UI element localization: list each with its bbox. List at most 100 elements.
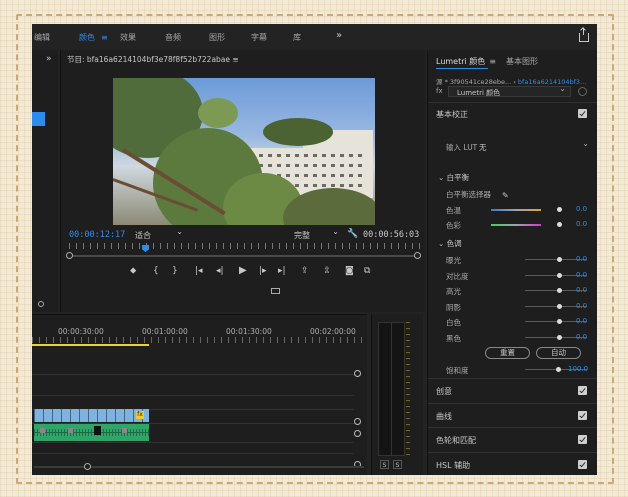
current-timecode[interactable]: 00:00:12:17 xyxy=(69,230,125,240)
section-title[interactable]: 创意 xyxy=(436,386,452,397)
lift-icon[interactable]: ⇪ xyxy=(301,266,309,276)
go-to-in-icon[interactable]: |◂ xyxy=(195,266,203,276)
tone-param-value[interactable]: 0.0 xyxy=(576,286,587,294)
video-clip[interactable] xyxy=(34,409,149,422)
wb-slider[interactable] xyxy=(491,209,541,211)
scroll-handle[interactable] xyxy=(38,301,44,307)
workspace-tab-3[interactable]: 音频 xyxy=(165,32,181,43)
workspace-tab-2[interactable]: 效果 xyxy=(120,32,136,43)
section-basic-correction[interactable]: 基本校正 xyxy=(436,109,468,120)
saturation-value[interactable]: 100.0 xyxy=(568,365,588,373)
left-panel: » xyxy=(32,50,58,312)
reset-button[interactable]: 重置 xyxy=(485,347,530,359)
wb-slider-knob[interactable] xyxy=(557,207,562,212)
wrench-icon[interactable]: 🔧 xyxy=(347,229,358,239)
tone-slider-knob[interactable] xyxy=(557,288,562,293)
solo-right-button[interactable]: S xyxy=(393,460,402,469)
mark-out-icon[interactable]: } xyxy=(172,266,178,276)
audio-keyframe[interactable] xyxy=(68,428,73,433)
input-lut-select[interactable]: 无 xyxy=(479,139,589,153)
camera-icon[interactable]: ◙ xyxy=(345,266,354,276)
audio-keyframe[interactable] xyxy=(122,428,127,433)
section-enable-checkbox[interactable] xyxy=(578,435,587,444)
workspace-tab-4[interactable]: 图形 xyxy=(209,32,225,43)
window-image xyxy=(313,184,317,187)
selected-item-indicator[interactable] xyxy=(32,112,45,126)
zoom-scrollbar[interactable] xyxy=(69,255,421,257)
section-enable-checkbox[interactable] xyxy=(578,386,587,395)
extract-icon[interactable]: ⇫ xyxy=(323,266,331,276)
tab-essential-graphics[interactable]: 基本图形 xyxy=(506,56,538,67)
zoom-handle-right[interactable] xyxy=(414,252,421,259)
tone-slider-knob[interactable] xyxy=(557,319,562,324)
more-workspaces-icon[interactable]: » xyxy=(336,30,342,41)
auto-button[interactable]: 自动 xyxy=(536,347,581,359)
tone-slider-knob[interactable] xyxy=(557,257,562,262)
monitor-menu-icon[interactable]: ≡ xyxy=(232,55,238,64)
tab-lumetri-color[interactable]: Lumetri 颜色 ≡ xyxy=(436,56,496,67)
tone-slider-knob[interactable] xyxy=(557,303,562,309)
audio-keyframe[interactable] xyxy=(40,428,45,433)
workspace-tab-0[interactable]: 编辑 xyxy=(34,32,50,43)
go-to-out-icon[interactable]: ▸| xyxy=(278,266,286,276)
tab-menu-icon[interactable]: ≡ xyxy=(489,57,496,66)
work-area-bar[interactable] xyxy=(32,344,149,346)
track-scroll-handle[interactable] xyxy=(354,370,361,377)
source-clip-link[interactable]: bfa16a6214104bf3... xyxy=(518,78,586,86)
zoom-handle-left[interactable] xyxy=(66,252,73,259)
button-editor-icon[interactable] xyxy=(271,288,280,294)
tone-title[interactable]: ⌄ 色调 xyxy=(438,238,462,249)
solo-left-button[interactable]: S xyxy=(380,460,389,469)
tone-slider-knob[interactable] xyxy=(557,334,562,340)
timeline-scroll-handle[interactable] xyxy=(84,463,91,470)
source-arrow-icon: › xyxy=(513,78,516,86)
section-enable-checkbox[interactable] xyxy=(578,410,587,420)
window-image xyxy=(358,174,362,177)
workspace-menu-icon[interactable]: ≡ xyxy=(101,33,108,42)
track-divider xyxy=(32,395,354,396)
wb-slider[interactable] xyxy=(491,224,541,226)
workspace-tab-5[interactable]: 字幕 xyxy=(251,32,267,43)
white-balance-title[interactable]: ⌄ 白平衡 xyxy=(438,172,469,183)
wb-param-value[interactable]: 0.0 xyxy=(576,205,587,213)
section-title[interactable]: 色轮和匹配 xyxy=(436,435,476,446)
track-scroll-handle[interactable] xyxy=(354,418,361,425)
track-scroll-handle[interactable] xyxy=(354,430,361,437)
section-enable-checkbox[interactable] xyxy=(578,459,587,469)
effect-reset-icon[interactable] xyxy=(578,87,587,96)
wb-param-value[interactable]: 0.0 xyxy=(576,220,587,228)
tone-param-value[interactable]: 0.0 xyxy=(576,255,587,263)
workspace-tab-6[interactable]: 库 xyxy=(293,32,301,43)
basic-correction-checkbox[interactable] xyxy=(578,109,587,118)
expand-icon[interactable]: » xyxy=(46,54,52,64)
fit-select[interactable]: 适合 xyxy=(135,227,183,241)
play-icon[interactable]: ▶ xyxy=(239,265,247,276)
wb-slider-knob[interactable] xyxy=(557,222,562,227)
section-title[interactable]: 曲线 xyxy=(436,411,452,422)
effect-select[interactable]: Lumetri 颜色 xyxy=(448,84,571,97)
eyedropper-icon[interactable]: ✎ xyxy=(502,191,509,200)
audio-clip[interactable] xyxy=(34,424,149,441)
step-back-icon[interactable]: ◂| xyxy=(216,266,224,276)
saturation-knob[interactable] xyxy=(556,367,561,372)
timeline-ruler[interactable] xyxy=(32,337,367,343)
step-forward-icon[interactable]: |▸ xyxy=(259,266,267,276)
tone-slider-knob[interactable] xyxy=(557,272,562,278)
marker-icon[interactable]: ⬥ xyxy=(130,266,136,276)
divider xyxy=(428,451,597,453)
window-image xyxy=(268,154,272,157)
workspace-tab-label: 字幕 xyxy=(251,33,267,42)
tone-param-value[interactable]: 0.0 xyxy=(576,317,587,325)
monitor-time-ruler[interactable] xyxy=(69,243,421,251)
mark-in-icon[interactable]: { xyxy=(153,266,159,276)
quality-select[interactable]: 完整 xyxy=(294,227,339,241)
tone-param-value[interactable]: 0.0 xyxy=(576,302,587,310)
compare-icon[interactable]: ⧉ xyxy=(364,266,370,276)
tone-param-value[interactable]: 0.0 xyxy=(576,271,587,279)
section-title[interactable]: HSL 辅助 xyxy=(436,460,470,471)
tone-param-value[interactable]: 0.0 xyxy=(576,333,587,341)
workspace-tab-1[interactable]: 颜色 ≡ xyxy=(79,32,108,43)
window-image xyxy=(331,174,335,177)
share-export-icon[interactable] xyxy=(579,28,589,42)
video-preview[interactable] xyxy=(113,78,375,225)
